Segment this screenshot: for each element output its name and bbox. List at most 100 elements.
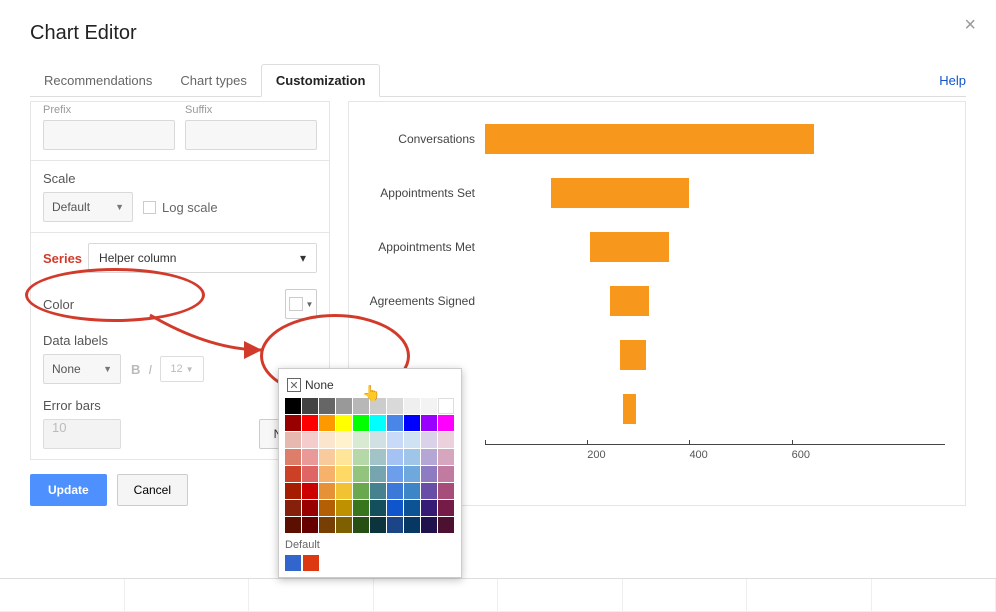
color-swatch[interactable]	[336, 483, 352, 499]
font-size-select[interactable]: 12 ▼	[160, 356, 204, 382]
color-swatch[interactable]	[387, 398, 403, 414]
prefix-input[interactable]	[43, 120, 175, 150]
color-swatch[interactable]	[404, 415, 420, 431]
color-swatch[interactable]	[319, 432, 335, 448]
color-swatch[interactable]	[404, 466, 420, 482]
color-swatch[interactable]	[319, 517, 335, 533]
color-swatch[interactable]	[285, 449, 301, 465]
color-swatch[interactable]	[370, 517, 386, 533]
color-swatch[interactable]	[404, 483, 420, 499]
color-swatch[interactable]	[353, 500, 369, 516]
color-swatch[interactable]	[336, 415, 352, 431]
color-swatch[interactable]	[336, 517, 352, 533]
color-swatch[interactable]	[353, 483, 369, 499]
color-swatch[interactable]	[404, 449, 420, 465]
color-swatch[interactable]	[387, 517, 403, 533]
color-swatch[interactable]	[302, 500, 318, 516]
color-swatch[interactable]	[353, 432, 369, 448]
color-swatch[interactable]	[353, 398, 369, 414]
color-swatch[interactable]	[336, 398, 352, 414]
tab-chart-types[interactable]: Chart types	[166, 65, 260, 96]
color-swatch[interactable]	[404, 398, 420, 414]
color-swatch[interactable]	[353, 449, 369, 465]
color-swatch[interactable]	[404, 500, 420, 516]
update-button[interactable]: Update	[30, 474, 107, 506]
close-icon[interactable]: ×	[964, 14, 976, 37]
italic-button[interactable]: I	[148, 362, 152, 377]
color-none-option[interactable]: ✕ None	[285, 375, 455, 398]
color-swatch[interactable]	[319, 466, 335, 482]
scale-select[interactable]: Default ▼	[43, 192, 133, 222]
color-swatch[interactable]	[319, 500, 335, 516]
color-swatch[interactable]	[285, 483, 301, 499]
color-swatch[interactable]	[421, 466, 437, 482]
color-swatch[interactable]	[285, 500, 301, 516]
color-swatch[interactable]	[285, 517, 301, 533]
color-swatch[interactable]	[370, 500, 386, 516]
color-swatch[interactable]	[421, 449, 437, 465]
data-labels-select[interactable]: None ▼	[43, 354, 121, 384]
color-swatch[interactable]	[370, 432, 386, 448]
color-swatch[interactable]	[438, 398, 454, 414]
color-swatch-button[interactable]: ▼	[285, 289, 317, 319]
bold-button[interactable]: B	[131, 362, 140, 377]
color-swatch[interactable]	[302, 449, 318, 465]
color-swatch[interactable]	[421, 517, 437, 533]
color-swatch[interactable]	[302, 415, 318, 431]
color-swatch[interactable]	[336, 432, 352, 448]
color-swatch[interactable]	[438, 466, 454, 482]
series-select[interactable]: Helper column ▾	[88, 243, 317, 273]
color-swatch[interactable]	[438, 415, 454, 431]
color-swatch[interactable]	[404, 517, 420, 533]
color-swatch[interactable]	[387, 449, 403, 465]
color-swatch[interactable]	[302, 432, 318, 448]
color-swatch[interactable]	[319, 415, 335, 431]
color-swatch[interactable]	[302, 483, 318, 499]
color-swatch[interactable]	[438, 500, 454, 516]
color-swatch[interactable]	[387, 466, 403, 482]
color-swatch[interactable]	[421, 415, 437, 431]
color-swatch[interactable]	[387, 432, 403, 448]
color-default-swatch[interactable]	[303, 555, 319, 571]
suffix-input[interactable]	[185, 120, 317, 150]
color-swatch[interactable]	[387, 483, 403, 499]
color-swatch[interactable]	[370, 415, 386, 431]
color-swatch[interactable]	[370, 398, 386, 414]
color-swatch[interactable]	[302, 517, 318, 533]
color-swatch[interactable]	[404, 432, 420, 448]
color-swatch[interactable]	[336, 449, 352, 465]
tab-customization[interactable]: Customization	[261, 64, 381, 97]
color-swatch[interactable]	[285, 466, 301, 482]
color-swatch[interactable]	[421, 398, 437, 414]
color-swatch[interactable]	[285, 432, 301, 448]
color-swatch[interactable]	[302, 466, 318, 482]
color-swatch[interactable]	[353, 517, 369, 533]
color-swatch[interactable]	[438, 432, 454, 448]
tab-recommendations[interactable]: Recommendations	[30, 65, 166, 96]
color-default-swatch[interactable]	[285, 555, 301, 571]
color-swatch[interactable]	[370, 449, 386, 465]
log-scale-checkbox[interactable]: Log scale	[143, 200, 218, 215]
color-swatch[interactable]	[387, 500, 403, 516]
color-swatch[interactable]	[336, 500, 352, 516]
color-swatch[interactable]	[336, 466, 352, 482]
color-swatch[interactable]	[370, 483, 386, 499]
color-swatch[interactable]	[353, 466, 369, 482]
cancel-button[interactable]: Cancel	[117, 474, 188, 506]
color-swatch[interactable]	[285, 415, 301, 431]
color-swatch[interactable]	[353, 415, 369, 431]
color-swatch[interactable]	[421, 432, 437, 448]
color-swatch[interactable]	[285, 398, 301, 414]
color-swatch[interactable]	[319, 398, 335, 414]
color-swatch[interactable]	[421, 500, 437, 516]
color-swatch[interactable]	[421, 483, 437, 499]
color-swatch[interactable]	[319, 449, 335, 465]
color-swatch[interactable]	[438, 517, 454, 533]
error-bars-input[interactable]: 10	[43, 419, 121, 449]
color-swatch[interactable]	[370, 466, 386, 482]
color-swatch[interactable]	[302, 398, 318, 414]
color-swatch[interactable]	[319, 483, 335, 499]
color-swatch[interactable]	[438, 449, 454, 465]
color-swatch[interactable]	[438, 483, 454, 499]
help-link[interactable]: Help	[939, 65, 966, 96]
